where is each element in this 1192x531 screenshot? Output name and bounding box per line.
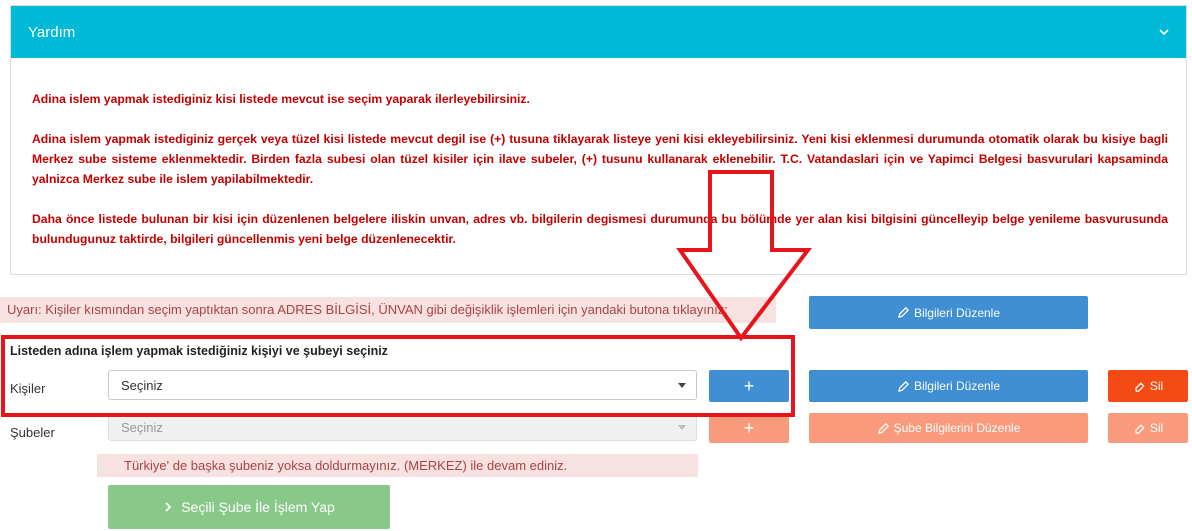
help-paragraph: Adina islem yapmak istediginiz kisi list… xyxy=(32,92,530,106)
chevron-down-icon[interactable] xyxy=(1157,25,1171,39)
persons-label: Kişiler xyxy=(10,381,46,396)
caret-down-icon xyxy=(678,382,686,388)
pencil-icon xyxy=(877,422,889,434)
help-paragraph: Daha önce listede bulunan bir kisi için … xyxy=(32,212,1168,246)
branch-note: Türkiye' de başka şubeniz yoksa doldurma… xyxy=(97,454,698,477)
edit-info-button-label: Bilgileri Düzenle xyxy=(913,305,1001,320)
edit-branch-button[interactable]: Şube Bilgilerini Düzenle xyxy=(809,413,1088,443)
delete-branch-button-label: Sil xyxy=(1149,421,1164,435)
proceed-with-branch-button[interactable]: Seçili Şube İle İşlem Yap xyxy=(108,485,390,529)
help-paragraph: Adina islem yapmak istediginiz gerçek ve… xyxy=(32,132,1168,186)
edit-branch-button-label: Şube Bilgilerini Düzenle xyxy=(893,421,1021,435)
eraser-icon xyxy=(1134,424,1145,434)
add-person-button[interactable]: + xyxy=(709,370,789,402)
delete-person-button-label: Sil xyxy=(1149,379,1164,393)
add-branch-button-label: + xyxy=(743,417,755,438)
help-panel: Yardım Adina islem yapmak istediginiz ki… xyxy=(10,5,1187,275)
caret-down-icon xyxy=(678,424,686,430)
edit-info-button[interactable]: Bilgileri Düzenle xyxy=(809,296,1088,329)
edit-person-button[interactable]: Bilgileri Düzenle xyxy=(809,370,1088,402)
add-person-button-label: + xyxy=(743,375,755,396)
persons-select[interactable]: Seçiniz xyxy=(108,370,697,400)
pencil-icon xyxy=(898,380,909,392)
eraser-icon xyxy=(1134,382,1145,392)
add-branch-button[interactable]: + xyxy=(709,413,789,443)
delete-person-button[interactable]: Sil xyxy=(1108,370,1188,402)
section-title: Listeden adına işlem yapmak istediğiniz … xyxy=(10,344,388,358)
branches-label: Şubeler xyxy=(10,425,55,440)
chevron-right-icon xyxy=(165,502,172,512)
help-panel-body: Adina islem yapmak istediginiz kisi list… xyxy=(11,58,1186,249)
help-panel-header[interactable]: Yardım xyxy=(11,6,1186,58)
branches-select-value: Seçiniz xyxy=(121,419,163,435)
proceed-button-label: Seçili Şube İle İşlem Yap xyxy=(181,499,335,515)
persons-select-value: Seçiniz xyxy=(121,377,163,393)
delete-branch-button[interactable]: Sil xyxy=(1108,413,1188,443)
branches-select[interactable]: Seçiniz xyxy=(108,413,697,441)
edit-person-button-label: Bilgileri Düzenle xyxy=(913,379,1001,393)
pencil-icon xyxy=(898,307,909,318)
help-panel-title: Yardım xyxy=(28,23,76,41)
edit-warning: Uyarı: Kişiler kısmından seçim yaptıktan… xyxy=(0,297,776,323)
